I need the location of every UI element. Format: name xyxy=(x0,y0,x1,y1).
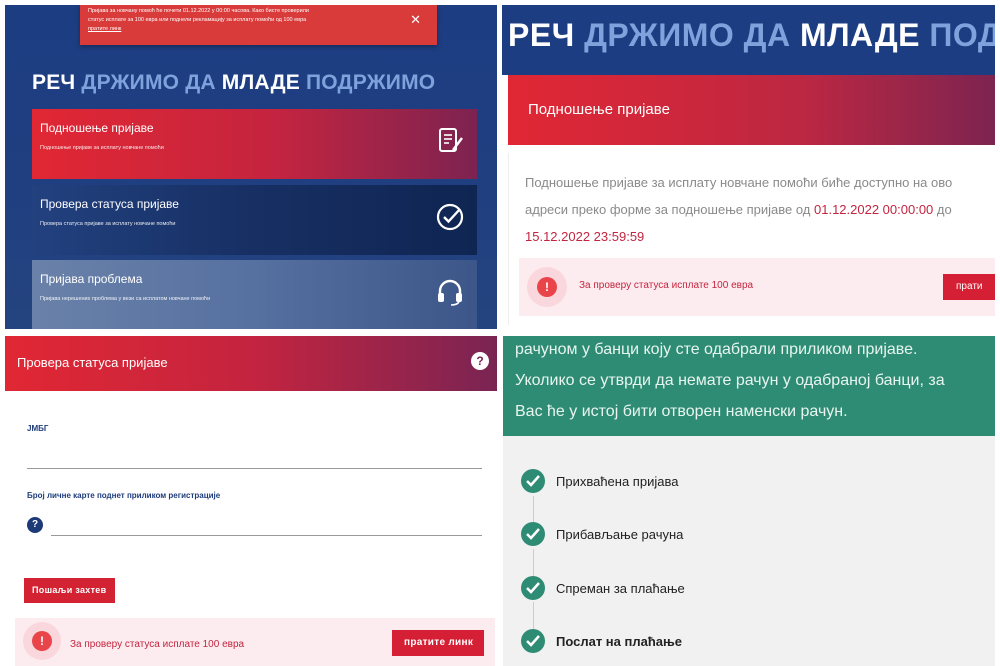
info-text: За проверу статуса исплате 100 евра xyxy=(70,639,245,650)
info-banner: ! За проверу статуса исплате 100 евра пр… xyxy=(15,618,495,666)
step-label: Прибављање рачуна xyxy=(556,527,684,542)
send-request-button[interactable]: Пошаљи захтев xyxy=(24,578,115,603)
alert-icon: ! xyxy=(537,277,557,297)
card-title: Подношење пријаве xyxy=(40,121,154,135)
card-subtitle: Подношење пријаве за исплату новчане пом… xyxy=(40,145,164,151)
card-subtitle: Пријава нерешених проблема у вези са исп… xyxy=(40,296,211,302)
step-connector xyxy=(533,549,534,576)
follow-link-button[interactable]: прати xyxy=(943,274,995,300)
info-text: За проверу статуса исплате 100 евра xyxy=(579,280,754,291)
availability-text-part3: до xyxy=(933,202,952,217)
info-icon-halo: ! xyxy=(527,267,567,307)
page-title: РЕЧ ДРЖИМО ДА МЛАДЕ ПОДРЖИ xyxy=(508,17,995,54)
submit-application-card[interactable]: Подношење пријаве Подношење пријаве за и… xyxy=(32,109,477,179)
section-title: Провера статуса пријаве xyxy=(17,355,168,370)
date-from: 01.12.2022 00:00:00 xyxy=(814,202,934,217)
info-icon-halo: ! xyxy=(23,622,61,660)
jmbg-field[interactable] xyxy=(27,468,482,469)
card-title: Пријава проблема xyxy=(40,272,143,286)
title-word-podrzimo: ПОДРЖИМО xyxy=(305,71,436,94)
card-title: Провера статуса пријаве xyxy=(40,197,179,211)
account-text-line3: Вас ће у истој бити отворен наменски рач… xyxy=(515,403,848,420)
title-word-mlade: МЛАДЕ xyxy=(221,71,306,94)
form-edit-icon xyxy=(439,128,463,152)
submission-info-panel: РЕЧ ДРЖИМО ДА МЛАДЕ ПОДРЖИ Подношење при… xyxy=(502,5,995,325)
title-word-podrzimo: ПОДРЖИ xyxy=(929,17,995,53)
alert-text-line1: Пријава за новчану помоћ ће почети 01.12… xyxy=(88,8,309,14)
check-icon xyxy=(521,522,545,546)
step-connector xyxy=(533,496,534,522)
id-card-label: Број личне карте поднет приликом регистр… xyxy=(27,491,221,500)
report-problem-card[interactable]: Пријава проблема Пријава нерешених пробл… xyxy=(32,260,477,329)
help-icon[interactable]: ? xyxy=(471,352,489,370)
card-subtitle: Провера статуса пријаве за исплату новча… xyxy=(40,221,176,227)
follow-link-button[interactable]: пратите линк xyxy=(392,630,484,656)
check-icon xyxy=(521,469,545,493)
step-label: Послат на плаћање xyxy=(556,634,683,649)
alert-link[interactable]: пратите линк xyxy=(88,25,407,34)
account-info-box: рачуном у банци коју сте одабрали прилик… xyxy=(503,336,995,436)
step-label: Спреман за плаћање xyxy=(556,581,685,596)
step-connector xyxy=(533,602,534,629)
check-circle-icon xyxy=(436,203,464,231)
alert-icon: ! xyxy=(32,631,52,651)
status-check-form-panel: Провера статуса пријаве ? ЈМБГ Број личн… xyxy=(5,336,497,666)
section-header: Провера статуса пријаве ? xyxy=(5,336,497,391)
title-word-drzimo: ДРЖИМО ДА xyxy=(81,71,222,94)
account-text-line1: рачуном у банци коју сте одабрали прилик… xyxy=(515,341,918,358)
availability-text-part1: Подношење пријаве за исплату новчане пом… xyxy=(525,175,953,190)
close-icon[interactable]: ✕ xyxy=(410,13,421,26)
page-title: РЕЧ ДРЖИМО ДА МЛАДЕ ПОДРЖИМО xyxy=(32,71,435,95)
check-icon xyxy=(521,629,545,653)
alert-text-line2: статус исплате за 100 евра или поднели р… xyxy=(88,17,307,23)
title-word-mlade: МЛАДЕ xyxy=(799,17,930,53)
section-header: Подношење пријаве xyxy=(508,75,995,145)
title-word-drzimo: ДРЖИМО ДА xyxy=(584,17,800,53)
date-to: 15.12.2022 23:59:59 xyxy=(525,229,645,244)
title-word-rech: РЕЧ xyxy=(32,71,82,94)
headset-icon xyxy=(438,279,462,306)
status-progress-panel: рачуном у банци коју сте одабрали прилик… xyxy=(503,336,995,666)
availability-text-part2: адреси преко форме за подношење пријаве … xyxy=(525,202,814,217)
jmbg-label: ЈМБГ xyxy=(27,424,49,433)
notice-alert: Пријава за новчану помоћ ће почети 01.12… xyxy=(80,5,437,45)
section-body: Подношење пријаве за исплату новчане пом… xyxy=(508,153,995,325)
account-text-line2: Уколико се утврди да немате рачун у одаб… xyxy=(515,372,945,389)
id-help-icon[interactable]: ? xyxy=(27,517,43,533)
id-card-field[interactable] xyxy=(51,535,482,536)
home-screen-panel: Пријава за новчану помоћ ће почети 01.12… xyxy=(5,5,497,329)
check-icon xyxy=(521,576,545,600)
info-banner: ! За проверу статуса исплате 100 евра пр… xyxy=(519,258,995,316)
check-status-card[interactable]: Провера статуса пријаве Провера статуса … xyxy=(32,185,477,255)
header-band: РЕЧ ДРЖИМО ДА МЛАДЕ ПОДРЖИ xyxy=(502,5,995,75)
availability-text: Подношење пријаве за исплату новчане пом… xyxy=(525,169,995,250)
title-word-rech: РЕЧ xyxy=(508,17,585,53)
step-label: Прихваћена пријава xyxy=(556,474,679,489)
